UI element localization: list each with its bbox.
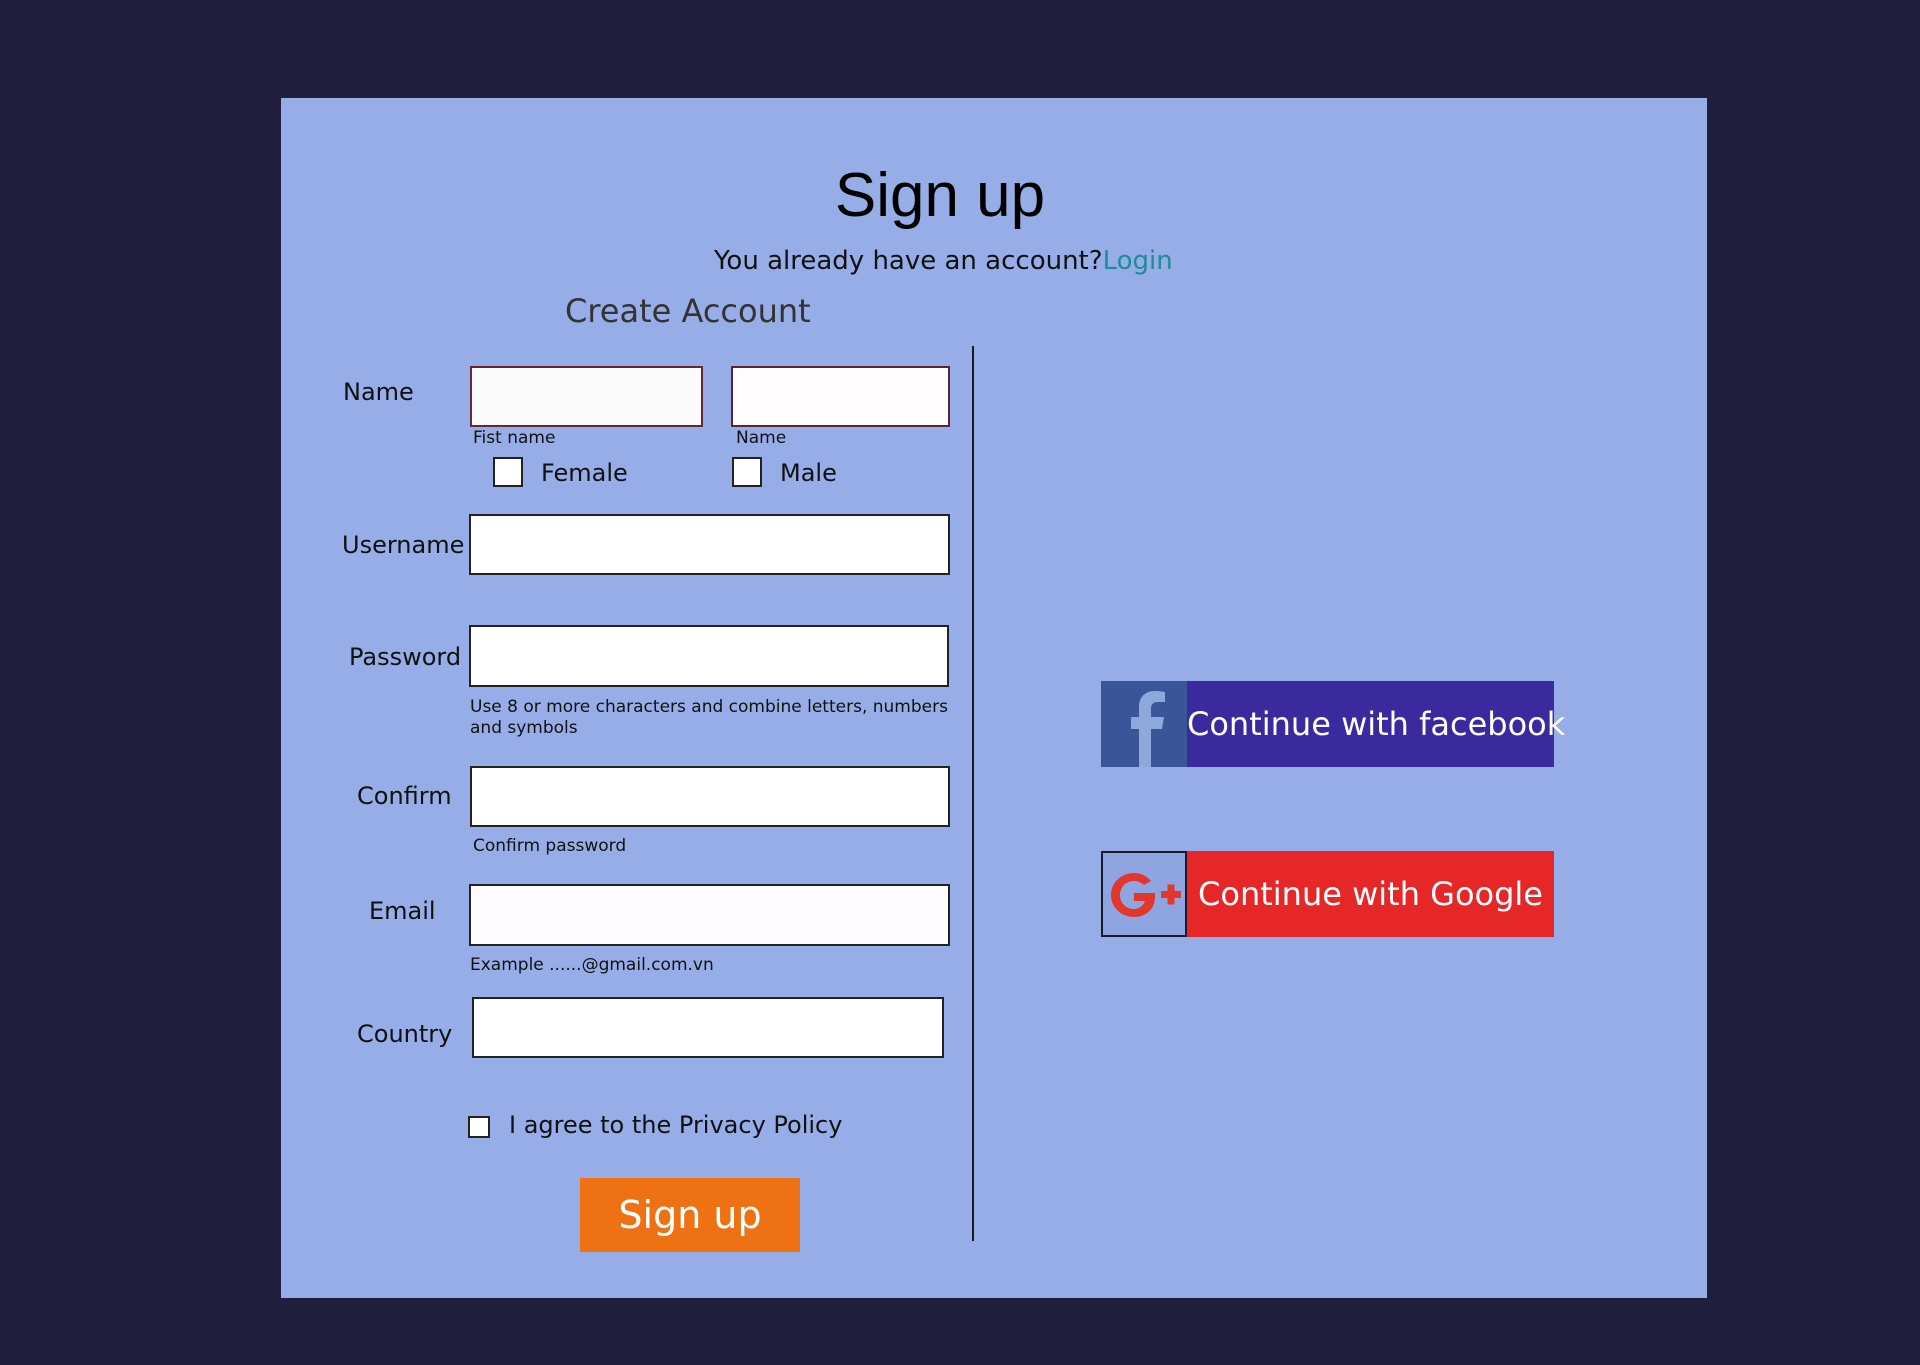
- continue-with-google-button[interactable]: Continue with Google: [1101, 851, 1554, 937]
- last-name-hint: Name: [736, 428, 787, 448]
- page-title: Sign up: [834, 161, 1046, 230]
- continue-with-facebook-button[interactable]: Continue with facebook: [1101, 681, 1565, 767]
- create-account-heading: Create Account: [565, 292, 811, 330]
- first-name-input[interactable]: [470, 366, 703, 427]
- have-account-text: You already have an account?: [714, 246, 1103, 276]
- confirm-password-input[interactable]: [470, 766, 950, 827]
- email-input[interactable]: [469, 884, 950, 946]
- confirm-hint: Confirm password: [473, 836, 627, 856]
- login-link[interactable]: Login: [1103, 246, 1173, 276]
- country-label: Country: [357, 1020, 453, 1048]
- privacy-policy-checkbox[interactable]: [468, 1116, 490, 1138]
- email-hint: Example ......@gmail.com.vn: [470, 955, 714, 975]
- google-button-label: Continue with Google: [1198, 875, 1543, 913]
- email-label: Email: [369, 897, 436, 925]
- signup-button[interactable]: Sign up: [580, 1178, 800, 1252]
- male-label: Male: [780, 459, 837, 487]
- confirm-label: Confirm: [357, 782, 452, 810]
- last-name-input[interactable]: [731, 366, 950, 427]
- privacy-policy-label: I agree to the Privacy Policy: [509, 1111, 843, 1139]
- username-input[interactable]: [469, 514, 950, 575]
- female-label: Female: [541, 459, 628, 487]
- first-name-hint: Fist name: [473, 428, 556, 448]
- password-label: Password: [349, 643, 462, 671]
- facebook-icon: [1101, 681, 1187, 767]
- male-checkbox[interactable]: [732, 457, 762, 487]
- vertical-divider: [972, 346, 974, 1241]
- female-checkbox[interactable]: [493, 457, 523, 487]
- facebook-button-label: Continue with facebook: [1187, 705, 1566, 743]
- password-input[interactable]: [469, 625, 949, 687]
- page: Sign up You already have an account?Logi…: [0, 0, 1920, 1365]
- password-hint: Use 8 or more characters and combine let…: [470, 697, 948, 738]
- username-label: Username: [342, 531, 465, 559]
- google-plus-icon: [1101, 851, 1187, 937]
- login-prompt: You already have an account?Login: [714, 246, 1173, 276]
- name-label: Name: [343, 378, 414, 406]
- country-input[interactable]: [472, 997, 944, 1058]
